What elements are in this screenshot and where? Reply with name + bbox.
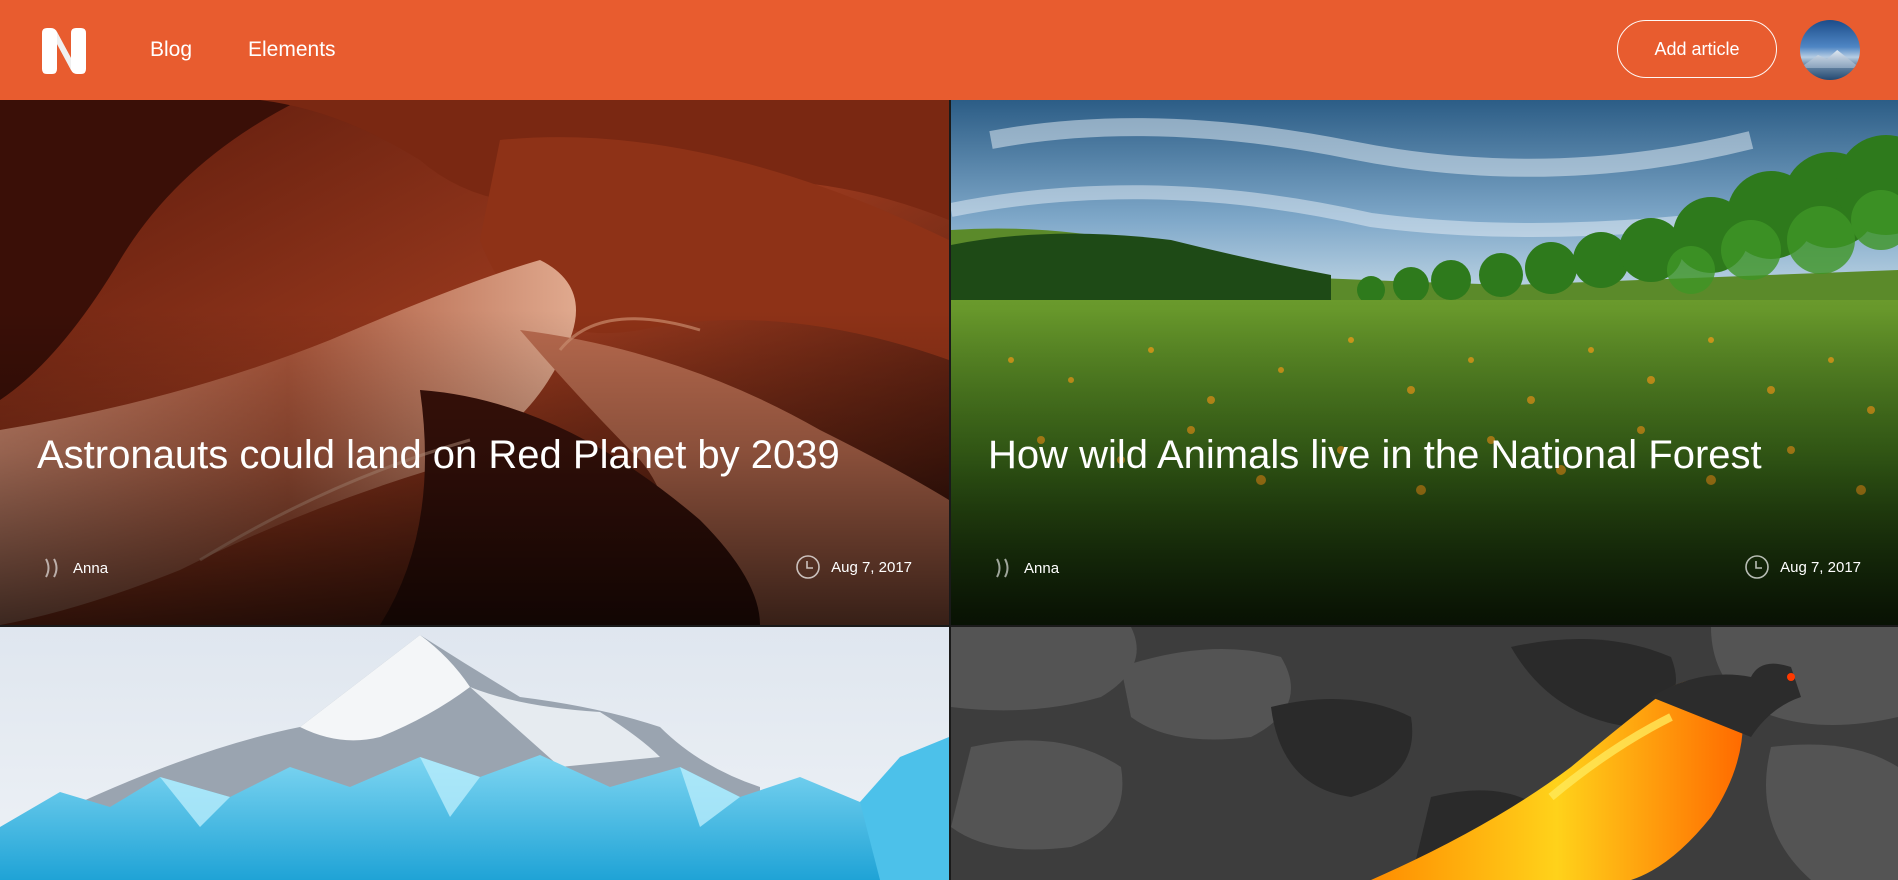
date-text: Aug 7, 2017: [1780, 558, 1861, 576]
article-meta: Anna Aug 7, 2017: [37, 554, 912, 582]
clock-icon: [796, 555, 820, 579]
add-article-button[interactable]: Add article: [1617, 20, 1777, 78]
date-text: Aug 7, 2017: [831, 558, 912, 576]
logo-icon[interactable]: [38, 25, 90, 77]
article-card-canyon[interactable]: Astronauts could land on Red Planet by 2…: [0, 100, 949, 625]
author-icon: [996, 558, 1009, 578]
glacier-image: [0, 627, 949, 880]
article-card-lava[interactable]: [951, 627, 1898, 880]
site-header: Blog Elements Add article: [0, 0, 1898, 100]
author-name: Anna: [1024, 559, 1060, 577]
article-title[interactable]: Astronauts could land on Red Planet by 2…: [37, 425, 857, 485]
lava-image: [951, 627, 1898, 880]
avatar[interactable]: [1800, 20, 1860, 80]
clock-icon: [1745, 555, 1769, 579]
author-icon: [45, 558, 58, 578]
article-meta: Anna Aug 7, 2017: [988, 554, 1861, 582]
article-card-meadow[interactable]: How wild Animals live in the National Fo…: [951, 100, 1898, 625]
article-author[interactable]: Anna: [988, 554, 1059, 582]
article-date: Aug 7, 2017: [795, 554, 912, 580]
nav-link-elements[interactable]: Elements: [248, 38, 336, 62]
article-card-glacier[interactable]: [0, 627, 949, 880]
article-date: Aug 7, 2017: [1744, 554, 1861, 580]
article-author[interactable]: Anna: [37, 554, 108, 582]
article-title[interactable]: How wild Animals live in the National Fo…: [988, 425, 1808, 485]
author-name: Anna: [73, 559, 109, 577]
nav-link-blog[interactable]: Blog: [150, 38, 192, 62]
